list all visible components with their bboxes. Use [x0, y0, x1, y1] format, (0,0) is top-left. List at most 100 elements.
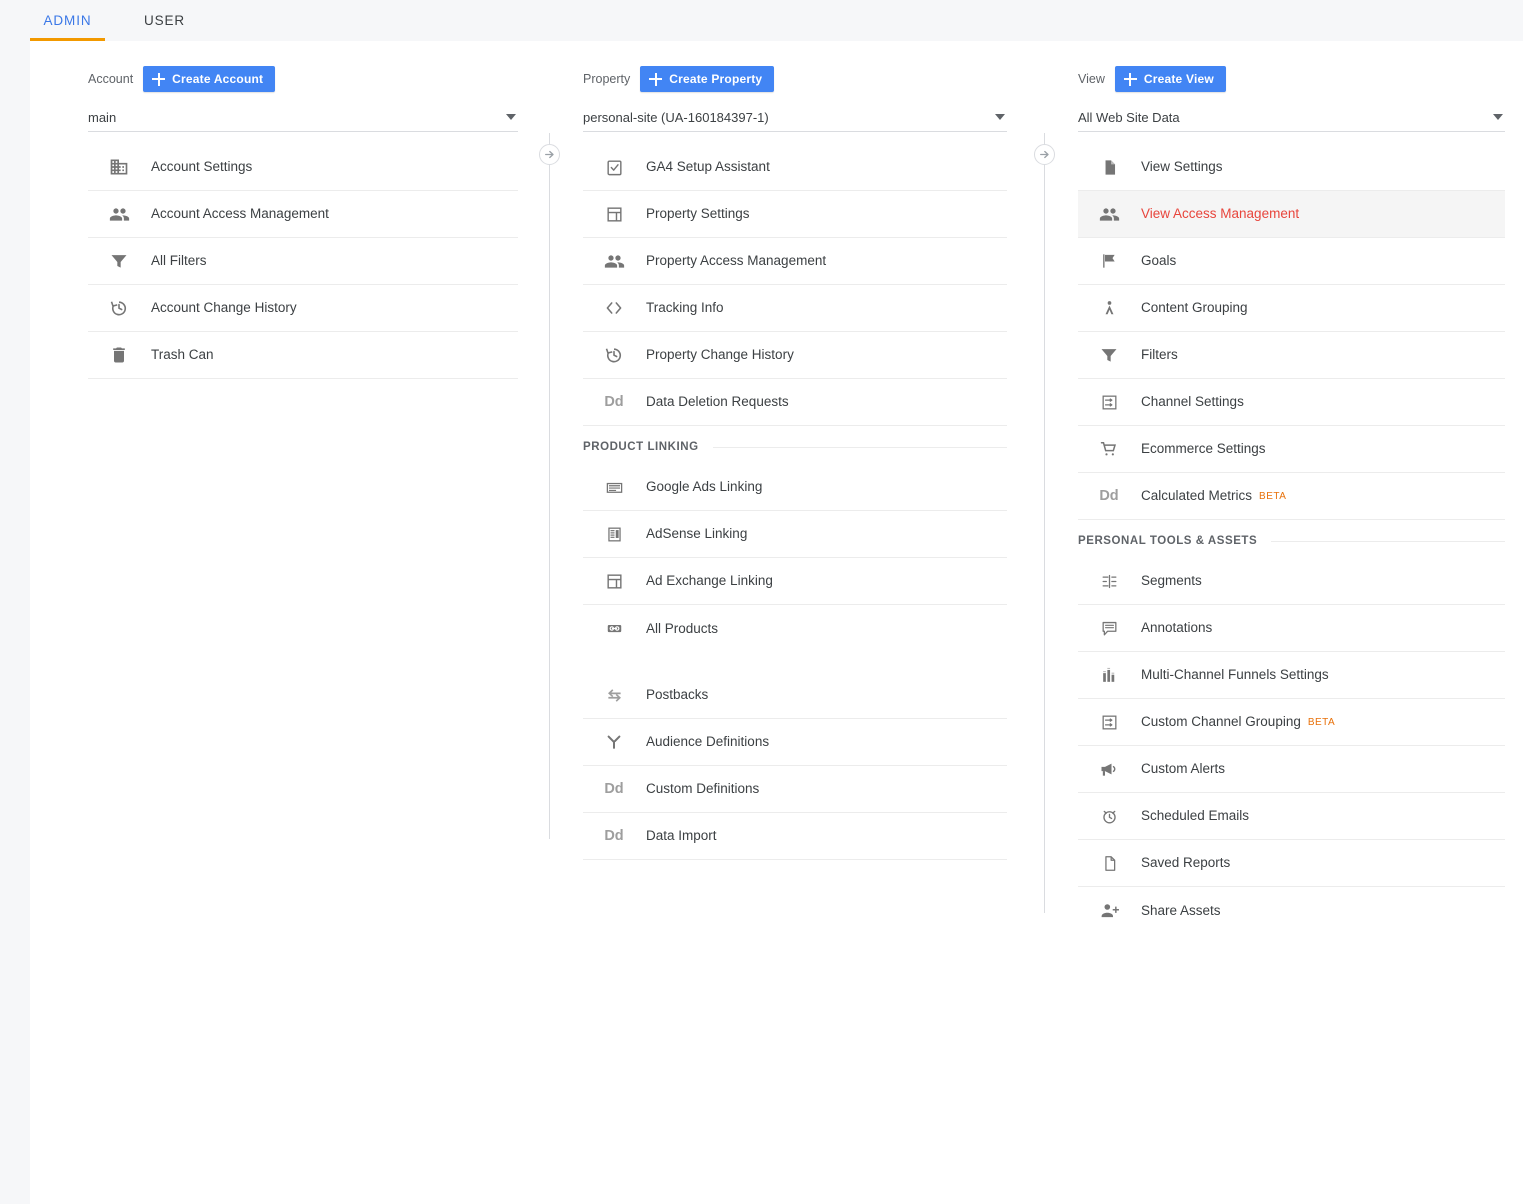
account-column-header: Account Create Account: [88, 62, 518, 96]
expand-account-column-button[interactable]: [539, 144, 560, 165]
menu-item-saved-reports[interactable]: Saved Reports: [1078, 840, 1505, 887]
menu-item-label: Goals: [1141, 253, 1177, 269]
menu-item-all-products[interactable]: All Products: [583, 605, 1007, 652]
menu-item-label: Multi-Channel Funnels Settings: [1141, 667, 1329, 683]
menu-item-label: Postbacks: [646, 687, 709, 703]
menu-item-ga4-setup-assistant[interactable]: GA4 Setup Assistant: [583, 144, 1007, 191]
menu-item-label: Content Grouping: [1141, 300, 1248, 316]
dd-icon: Dd: [604, 781, 624, 797]
menu-item-data-deletion-requests[interactable]: Dd Data Deletion Requests: [583, 379, 1007, 426]
property-column-header: Property Create Property: [583, 62, 1007, 96]
menu-item-channel-settings[interactable]: Channel Settings: [1078, 379, 1505, 426]
property-selector[interactable]: personal-site (UA-160184397-1): [583, 104, 1007, 132]
property-menu: GA4 Setup Assistant Property Settings Pr…: [583, 144, 1007, 860]
account-label: Account: [88, 72, 134, 86]
menu-item-custom-channel-grouping[interactable]: Custom Channel Grouping BETA: [1078, 699, 1505, 746]
section-title: PERSONAL TOOLS & ASSETS: [1078, 535, 1258, 547]
alarm-clock-icon: [1098, 805, 1120, 827]
menu-spacer: [583, 652, 1007, 672]
menu-item-custom-definitions[interactable]: Dd Custom Definitions: [583, 766, 1007, 813]
menu-item-ad-exchange-linking[interactable]: Ad Exchange Linking: [583, 558, 1007, 605]
chevron-down-icon: [995, 114, 1005, 120]
annotation-icon: [1098, 617, 1120, 639]
menu-item-filters[interactable]: Filters: [1078, 332, 1505, 379]
section-title: PRODUCT LINKING: [583, 441, 699, 453]
menu-item-calculated-metrics[interactable]: Dd Calculated Metrics BETA: [1078, 473, 1505, 520]
menu-item-label: Custom Channel Grouping: [1141, 714, 1301, 730]
menu-item-view-access-management[interactable]: View Access Management: [1078, 191, 1505, 238]
property-column: Property Create Property personal-site (…: [583, 41, 1007, 860]
menu-item-account-change-history[interactable]: Account Change History: [88, 285, 518, 332]
link-icon: [603, 618, 625, 640]
plus-icon: [1123, 72, 1137, 86]
menu-item-label: Saved Reports: [1141, 855, 1231, 871]
plus-icon: [649, 72, 663, 86]
menu-item-property-access-management[interactable]: Property Access Management: [583, 238, 1007, 285]
layout-icon: [603, 570, 625, 592]
menu-item-label: Trash Can: [151, 347, 214, 363]
menu-item-goals[interactable]: Goals: [1078, 238, 1505, 285]
people-icon: [603, 250, 625, 272]
view-selector[interactable]: All Web Site Data: [1078, 104, 1505, 132]
create-property-button[interactable]: Create Property: [640, 66, 775, 92]
code-brackets-icon: [603, 297, 625, 319]
menu-item-label: All Filters: [151, 253, 207, 269]
arrow-right-icon: [1040, 150, 1049, 159]
create-view-button[interactable]: Create View: [1114, 66, 1226, 92]
menu-item-postbacks[interactable]: Postbacks: [583, 672, 1007, 719]
menu-item-multi-channel-funnels-settings[interactable]: Multi-Channel Funnels Settings: [1078, 652, 1505, 699]
menu-item-label: Scheduled Emails: [1141, 808, 1250, 824]
menu-item-label: Share Assets: [1141, 902, 1221, 918]
menu-item-label: Property Settings: [646, 206, 750, 222]
create-account-button[interactable]: Create Account: [143, 66, 276, 92]
content-surface: Account Create Account main Account Sett…: [30, 41, 1523, 1204]
menu-item-google-ads-linking[interactable]: Google Ads Linking: [583, 464, 1007, 511]
menu-item-label: Ad Exchange Linking: [646, 573, 773, 589]
menu-item-segments[interactable]: Segments: [1078, 558, 1505, 605]
menu-item-label: Custom Alerts: [1141, 761, 1226, 777]
menu-item-share-assets[interactable]: Share Assets: [1078, 887, 1505, 934]
menu-item-label: Google Ads Linking: [646, 479, 763, 495]
audience-icon: [603, 731, 625, 753]
menu-item-tracking-info[interactable]: Tracking Info: [583, 285, 1007, 332]
menu-item-custom-alerts[interactable]: Custom Alerts: [1078, 746, 1505, 793]
menu-item-label: Segments: [1141, 573, 1202, 589]
menu-item-adsense-linking[interactable]: AdSense Linking: [583, 511, 1007, 558]
account-menu: Account Settings Account Access Manageme…: [88, 144, 518, 379]
menu-item-all-filters[interactable]: All Filters: [88, 238, 518, 285]
menu-item-ecommerce-settings[interactable]: Ecommerce Settings: [1078, 426, 1505, 473]
tab-admin[interactable]: ADMIN: [30, 0, 105, 41]
create-property-button-label: Create Property: [669, 72, 763, 86]
menu-item-audience-definitions[interactable]: Audience Definitions: [583, 719, 1007, 766]
menu-item-content-grouping[interactable]: Content Grouping: [1078, 285, 1505, 332]
account-selector[interactable]: main: [88, 104, 518, 132]
menu-item-account-settings[interactable]: Account Settings: [88, 144, 518, 191]
section-divider: [712, 446, 1007, 448]
people-icon: [1098, 203, 1120, 225]
view-selector-value: All Web Site Data: [1078, 110, 1180, 125]
menu-item-trash-can[interactable]: Trash Can: [88, 332, 518, 379]
menu-item-annotations[interactable]: Annotations: [1078, 605, 1505, 652]
funnel-icon: [108, 250, 130, 272]
menu-item-label: View Access Management: [1141, 206, 1300, 222]
menu-item-label: All Products: [646, 620, 719, 636]
account-column: Account Create Account main Account Sett…: [88, 41, 518, 379]
view-column: View Create View All Web Site Data View …: [1078, 41, 1505, 934]
view-menu: View Settings View Access Management Goa…: [1078, 144, 1505, 934]
menu-item-scheduled-emails[interactable]: Scheduled Emails: [1078, 793, 1505, 840]
menu-item-property-change-history[interactable]: Property Change History: [583, 332, 1007, 379]
top-tab-bar: ADMIN USER: [0, 0, 1523, 41]
menu-item-label: GA4 Setup Assistant: [646, 159, 770, 175]
beta-badge: BETA: [1259, 490, 1287, 502]
expand-property-column-button[interactable]: [1034, 144, 1055, 165]
google-ads-icon: [603, 476, 625, 498]
create-account-button-label: Create Account: [172, 72, 264, 86]
clipboard-check-icon: [603, 156, 625, 178]
menu-item-label: Ecommerce Settings: [1141, 441, 1266, 457]
tab-user[interactable]: USER: [127, 0, 202, 41]
view-column-header: View Create View: [1078, 62, 1505, 96]
menu-item-data-import[interactable]: Dd Data Import: [583, 813, 1007, 860]
menu-item-view-settings[interactable]: View Settings: [1078, 144, 1505, 191]
menu-item-property-settings[interactable]: Property Settings: [583, 191, 1007, 238]
menu-item-account-access-management[interactable]: Account Access Management: [88, 191, 518, 238]
